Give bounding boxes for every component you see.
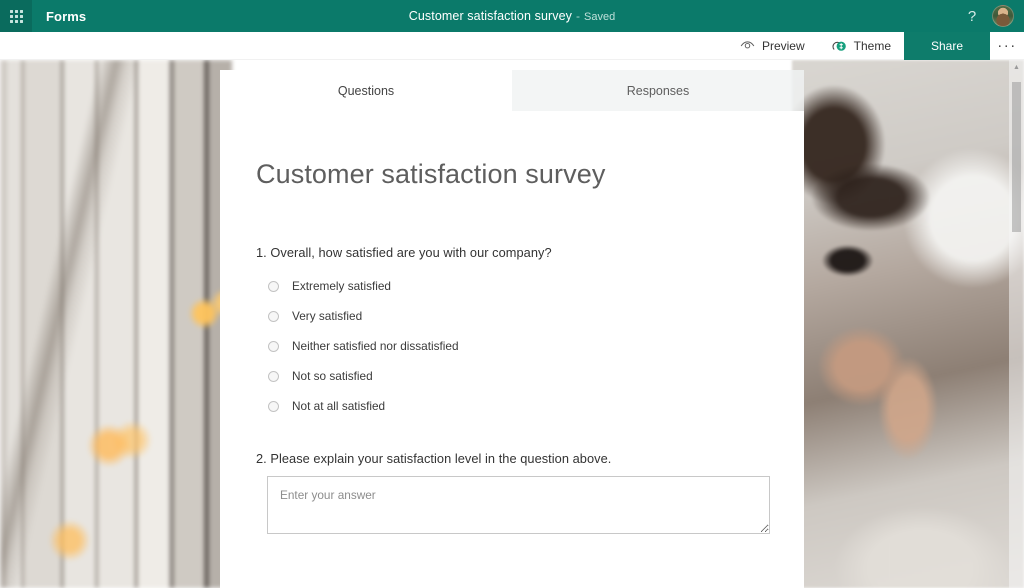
option-row[interactable]: Not at all satisfied xyxy=(256,391,770,421)
option-label: Extremely satisfied xyxy=(292,279,391,293)
app-launcher-button[interactable] xyxy=(0,0,32,32)
form-canvas: Customer satisfaction survey 1. Overall,… xyxy=(220,111,804,588)
option-row[interactable]: Not so satisfied xyxy=(256,361,770,391)
radio-icon[interactable] xyxy=(268,400,279,412)
option-row[interactable]: Very satisfied xyxy=(256,301,770,331)
suite-header-actions: ? xyxy=(962,5,1024,27)
forms-app-window: Forms Customer satisfaction survey - Saved… xyxy=(0,0,1024,588)
option-row[interactable]: Extremely satisfied xyxy=(256,271,770,301)
saved-status-label: Saved xyxy=(584,11,616,23)
radio-icon[interactable] xyxy=(268,310,279,322)
option-label: Neither satisfied nor dissatisfied xyxy=(292,339,459,353)
more-options-button[interactable]: ··· xyxy=(990,32,1024,60)
question-2-number: 2. xyxy=(256,451,267,466)
option-label: Not at all satisfied xyxy=(292,399,386,413)
answer-input[interactable] xyxy=(267,476,770,534)
question-2[interactable]: 2. Please explain your satisfaction leve… xyxy=(220,451,804,539)
radio-icon[interactable] xyxy=(268,280,279,292)
scrollbar-thumb[interactable] xyxy=(1012,82,1021,232)
avatar[interactable] xyxy=(992,5,1014,27)
question-1-number: 1. xyxy=(256,245,267,260)
preview-label: Preview xyxy=(761,38,805,53)
question-1-title: Overall, how satisfied are you with our … xyxy=(270,245,552,260)
question-2-text: 2. Please explain your satisfaction leve… xyxy=(256,451,770,466)
background-photo-left xyxy=(0,60,232,588)
background-photo-right xyxy=(792,60,1024,588)
form-title[interactable]: Customer satisfaction survey xyxy=(220,111,804,190)
question-1-options: Extremely satisfied Very satisfied Neith… xyxy=(256,271,770,421)
palette-icon xyxy=(832,41,846,51)
radio-icon[interactable] xyxy=(268,370,279,382)
tab-questions[interactable]: Questions xyxy=(220,70,512,111)
command-bar: Preview Theme Share ··· xyxy=(0,31,1024,60)
share-button[interactable]: Share xyxy=(904,31,990,60)
suite-header: Forms Customer satisfaction survey - Saved… xyxy=(0,0,1024,32)
option-label: Very satisfied xyxy=(292,309,363,323)
document-title: Customer satisfaction survey xyxy=(408,9,573,23)
radio-icon[interactable] xyxy=(268,340,279,352)
question-1-text: 1. Overall, how satisfied are you with o… xyxy=(256,245,770,260)
page-scrollbar[interactable]: ▲ xyxy=(1009,60,1024,588)
waffle-icon xyxy=(9,9,23,23)
question-1[interactable]: 1. Overall, how satisfied are you with o… xyxy=(220,245,804,421)
option-label: Not so satisfied xyxy=(292,369,373,383)
scroll-up-icon[interactable]: ▲ xyxy=(1009,60,1024,75)
app-name-label[interactable]: Forms xyxy=(46,9,86,24)
option-row[interactable]: Neither satisfied nor dissatisfied xyxy=(256,331,770,361)
title-separator: - xyxy=(576,9,581,23)
question-2-title: Please explain your satisfaction level i… xyxy=(270,451,612,466)
document-title-area: Customer satisfaction survey - Saved xyxy=(0,7,1024,25)
tab-responses[interactable]: Responses xyxy=(512,70,804,111)
help-icon[interactable]: ? xyxy=(962,6,982,26)
theme-button[interactable]: Theme xyxy=(818,32,904,60)
theme-label: Theme xyxy=(853,38,891,53)
eye-icon xyxy=(740,41,755,49)
preview-button[interactable]: Preview xyxy=(727,32,818,60)
form-tabs: Questions Responses xyxy=(220,70,804,111)
